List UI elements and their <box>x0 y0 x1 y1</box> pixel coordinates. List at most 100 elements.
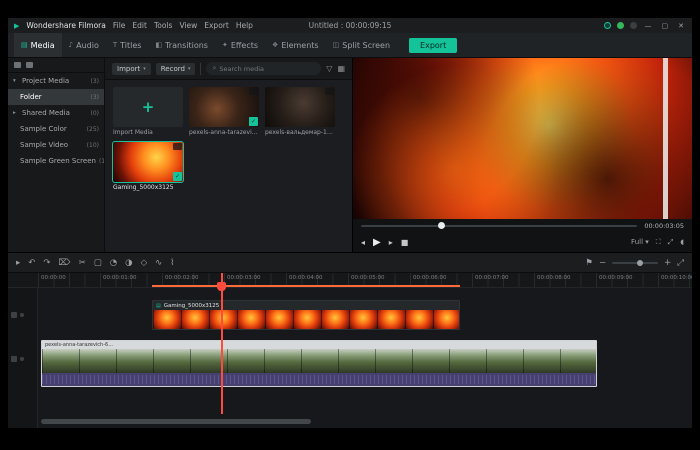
track-lock-icon[interactable] <box>20 313 24 317</box>
speaker-icon[interactable]: ◖ <box>680 238 684 246</box>
delete-icon[interactable]: ⌦ <box>59 258 71 268</box>
disclosure-icon[interactable]: ▾ <box>13 78 19 84</box>
play-icon[interactable]: ▶ <box>373 237 381 248</box>
speed-icon[interactable]: ◔ <box>110 258 117 268</box>
account-avatar[interactable] <box>616 22 624 29</box>
timeline-zoom-slider[interactable] <box>612 259 659 266</box>
next-frame-icon[interactable]: ▸ <box>389 238 393 247</box>
clip-gaming[interactable]: ▤ Gaming_5000x3125 <box>152 300 460 330</box>
sidebar-item-shared-media[interactable]: ▸ Shared Media (0) <box>8 105 104 121</box>
previous-frame-icon[interactable]: ◂ <box>361 238 365 247</box>
tab-split-screen[interactable]: ◫ Split Screen <box>326 33 397 57</box>
tab-titles[interactable]: T Titles <box>106 33 149 57</box>
color-correction-icon[interactable]: ◑ <box>125 258 132 268</box>
filter-icon[interactable]: ▽ <box>326 64 332 73</box>
gaming-thumb[interactable]: ✓ <box>112 141 184 183</box>
sidebar-item-project-media[interactable]: ▾ Project Media (3) <box>8 73 104 89</box>
grid-view-icon[interactable]: ▦ <box>337 64 345 73</box>
playhead[interactable] <box>217 273 226 414</box>
audio-mixer-icon[interactable]: ∿ <box>155 258 162 268</box>
track2-header[interactable] <box>11 312 24 318</box>
sidebar-item-sample-color[interactable]: Sample Color (25) <box>8 121 104 137</box>
media-tile-video1[interactable]: ✓ pexels-anna-tarazevich-6... <box>189 87 259 136</box>
pointer-tool-icon[interactable]: ▸ <box>16 258 20 268</box>
tab-effects[interactable]: ✦ Effects <box>215 33 265 57</box>
preview-video[interactable] <box>353 58 692 219</box>
project-title: Untitled : 00:00:09:15 <box>308 21 392 30</box>
marker-icon[interactable]: ⚑ <box>585 258 593 268</box>
app-window: ▶ Wondershare Filmora File Edit Tools Vi… <box>8 18 692 428</box>
redo-icon[interactable]: ↷ <box>43 258 50 268</box>
track1-header[interactable] <box>11 356 24 362</box>
tab-elements[interactable]: ❖ Elements <box>265 33 326 57</box>
menu-tools[interactable]: Tools <box>154 21 172 30</box>
timeline-horizontal-scrollbar[interactable] <box>41 419 311 424</box>
playhead-handle[interactable] <box>217 282 226 291</box>
menu-export[interactable]: Export <box>204 21 229 30</box>
split-screen-tab-icon: ◫ <box>332 41 340 49</box>
search-input[interactable] <box>219 64 316 73</box>
zoom-in-icon[interactable]: + <box>664 258 671 268</box>
media-tile-gaming[interactable]: ✓ Gaming_5000x3125 <box>112 141 184 191</box>
disclosure-icon[interactable]: ▸ <box>13 110 19 116</box>
ruler-label: 00:00:03:00 <box>227 275 261 281</box>
new-folder-icon[interactable] <box>14 62 21 68</box>
tab-transitions[interactable]: ◧ Transitions <box>148 33 214 57</box>
keyframe-icon[interactable]: ◇ <box>141 258 148 268</box>
sidebar-item-folder[interactable]: Folder (3) <box>8 89 104 105</box>
ruler-label: 00:00:02:00 <box>165 275 199 281</box>
clip-green[interactable]: pexels-anna-tarazevich-6... <box>41 340 597 387</box>
track-toggle-icon[interactable] <box>11 356 17 362</box>
media-tile-video2[interactable]: pexels-вальдемар-10026... <box>265 87 335 136</box>
undo-icon[interactable]: ↶ <box>28 258 35 268</box>
video2-thumb[interactable] <box>265 87 335 127</box>
zoom-slider-handle[interactable] <box>637 259 644 266</box>
menu-view[interactable]: View <box>179 21 197 30</box>
split-icon[interactable]: ✂ <box>79 258 86 268</box>
fit-dropdown[interactable]: Full ▾ <box>631 238 649 246</box>
minimize-button[interactable]: — <box>643 22 654 30</box>
import-dropdown[interactable]: Import ▾ <box>112 62 151 75</box>
timeline-ruler[interactable]: 00:00:00 00:00:01:00 00:00:02:00 00:00:0… <box>8 273 692 288</box>
preview-seekbar[interactable] <box>361 222 638 229</box>
zoom-fit-icon[interactable]: ⤢ <box>677 258 684 268</box>
tab-audio[interactable]: ♪ Audio <box>62 33 106 57</box>
maximize-button[interactable]: ▢ <box>660 22 671 30</box>
import-media-thumb[interactable]: + <box>113 87 183 127</box>
item-count: (3) <box>90 77 100 85</box>
voiceover-icon[interactable]: ⌇ <box>170 258 174 268</box>
timeline-tracks: ▤ Gaming_5000x3125 pexels-anna-tarazevic… <box>8 288 692 428</box>
track-toggle-icon[interactable] <box>11 312 17 318</box>
sidebar-item-label: Sample Video <box>20 141 69 149</box>
seekbar-handle[interactable] <box>438 222 446 229</box>
zoom-out-icon[interactable]: − <box>599 258 606 268</box>
record-dropdown[interactable]: Record ▾ <box>155 62 196 75</box>
track-lock-icon[interactable] <box>20 357 24 361</box>
video1-thumb[interactable]: ✓ <box>189 87 259 127</box>
notification-icon[interactable] <box>629 22 637 29</box>
snapshot-icon[interactable]: ⛶ <box>656 238 661 247</box>
clip-name: pexels-anna-tarazevich-6... <box>45 342 113 348</box>
stop-icon[interactable]: ■ <box>401 238 409 247</box>
search-box[interactable]: ⌕ <box>206 62 322 75</box>
menu-file[interactable]: File <box>113 21 126 30</box>
media-panel: ▾ Project Media (3) Folder (3) ▸ Shared … <box>8 58 353 252</box>
sidebar-item-sample-green-screen[interactable]: Sample Green Screen (10) <box>8 153 104 169</box>
divider <box>200 62 202 75</box>
tab-media[interactable]: ▤ Media <box>14 33 62 57</box>
crop-icon[interactable]: ▢ <box>94 258 102 268</box>
menu-help[interactable]: Help <box>236 21 253 30</box>
menu-edit[interactable]: Edit <box>132 21 147 30</box>
clip-type-icon <box>325 88 334 95</box>
import-media-tile[interactable]: + Import Media <box>113 87 183 136</box>
item-count: (3) <box>90 93 100 101</box>
fullscreen-icon[interactable]: ⤢ <box>668 238 674 247</box>
preview-scrub-row: 00:00:03:05 <box>353 219 692 232</box>
sidebar-item-sample-video[interactable]: Sample Video (10) <box>8 137 104 153</box>
collapse-icon[interactable] <box>26 62 33 68</box>
close-button[interactable]: ✕ <box>676 22 686 30</box>
export-button[interactable]: Export <box>409 37 458 53</box>
record-label: Record <box>160 64 185 73</box>
sidebar-item-label: Sample Color <box>20 125 67 133</box>
sync-icon[interactable] <box>603 22 611 29</box>
